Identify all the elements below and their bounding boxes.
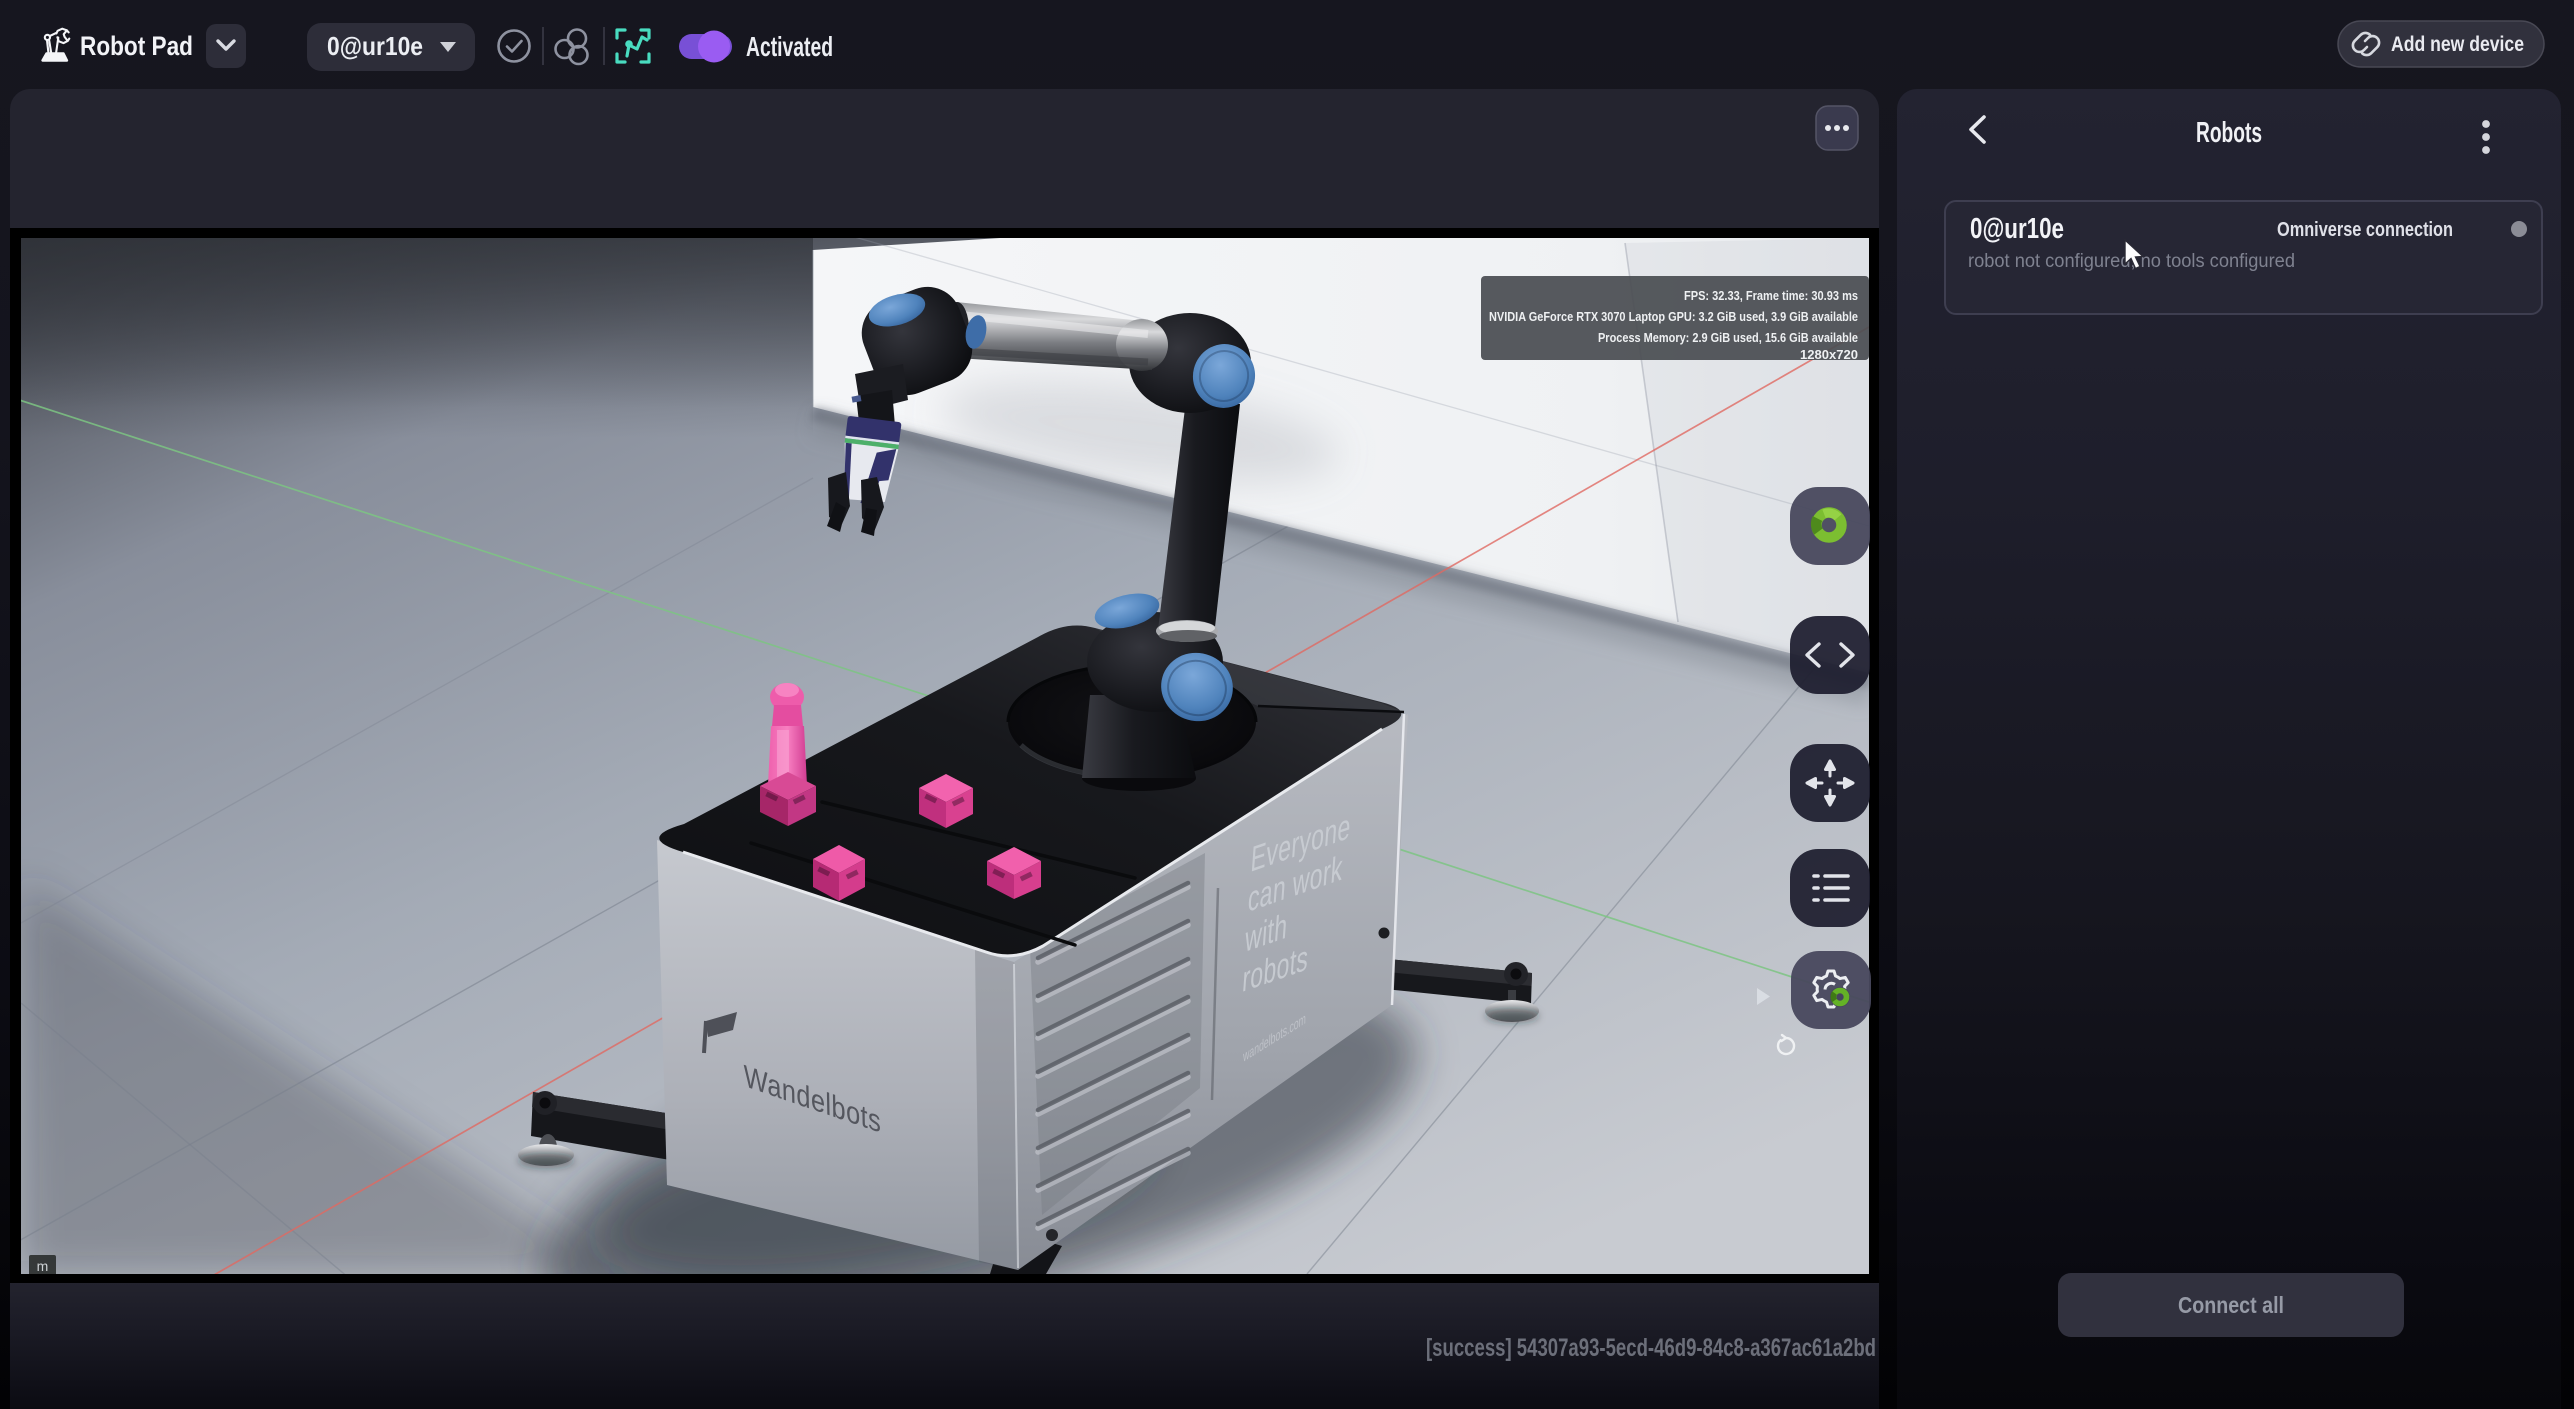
svg-text:Process Memory: 2.9 GiB used,: Process Memory: 2.9 GiB used, 15.6 GiB a…	[1598, 331, 1858, 345]
svg-text:Omniverse connection: Omniverse connection	[2277, 218, 2453, 241]
svg-text:1280x720: 1280x720	[1800, 348, 1858, 362]
svg-text:Robot Pad: Robot Pad	[80, 31, 193, 61]
svg-text:Add new device: Add new device	[2391, 32, 2524, 56]
svg-text:Activated: Activated	[746, 31, 833, 62]
svg-text:0@ur10e: 0@ur10e	[327, 31, 423, 61]
svg-text:[success] 54307a93-5ecd-46d9-8: [success] 54307a93-5ecd-46d9-84c8-a367ac…	[1426, 1334, 1876, 1362]
svg-text:Connect all: Connect all	[2178, 1292, 2284, 1318]
svg-text:0@ur10e: 0@ur10e	[1970, 213, 2064, 245]
svg-text:NVIDIA GeForce RTX 3070 Laptop: NVIDIA GeForce RTX 3070 Laptop GPU: 3.2 …	[1489, 310, 1858, 324]
svg-text:Robots: Robots	[2196, 117, 2262, 149]
svg-text:FPS: 32.33, Frame time: 30.93: FPS: 32.33, Frame time: 30.93 ms	[1684, 289, 1858, 303]
svg-text:m: m	[37, 1258, 49, 1274]
